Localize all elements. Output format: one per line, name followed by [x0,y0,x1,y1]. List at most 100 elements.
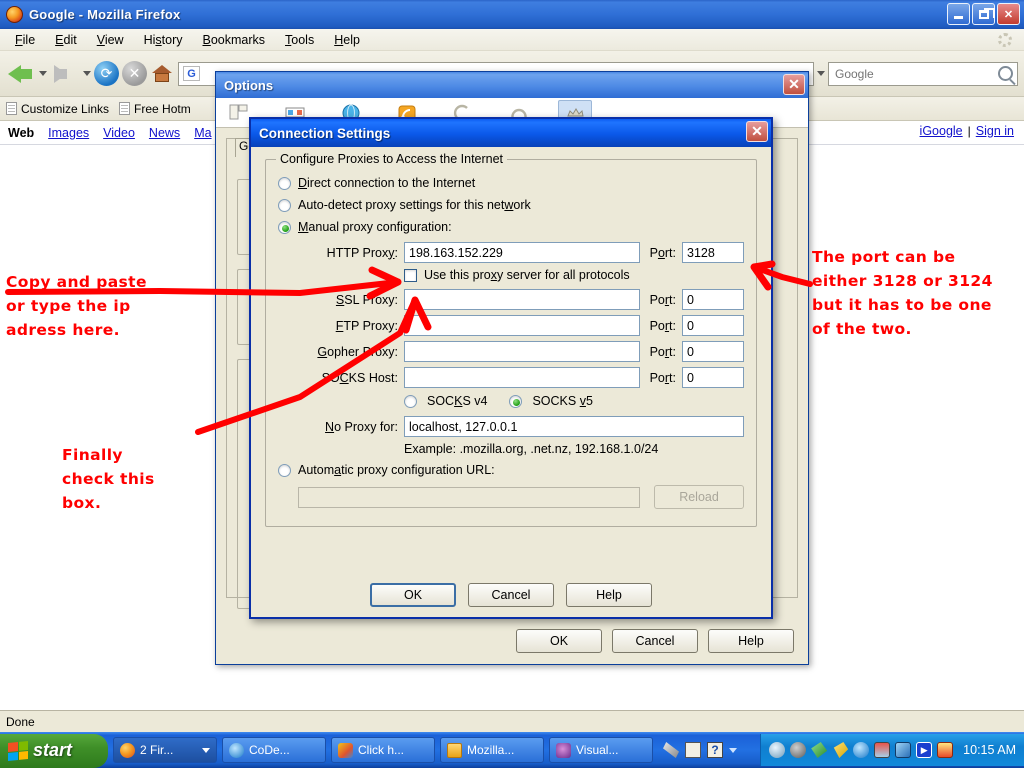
help-icon[interactable]: ? [707,742,723,758]
volume-icon[interactable] [790,742,807,758]
radio-manual-proxy[interactable]: Manual proxy configuration: [278,220,744,234]
google-nav-web[interactable]: Web [8,126,34,140]
pen-icon[interactable] [663,742,679,758]
site-favicon-icon: G [183,66,200,81]
media-play-icon[interactable]: ▶ [916,742,933,758]
http-proxy-input[interactable]: 198.163.152.229 [404,242,640,263]
radio-direct-icon[interactable] [278,176,291,190]
taskbar-item-label: CoDe... [249,743,290,757]
menu-help[interactable]: Help [325,30,369,50]
search-bar[interactable] [828,61,1018,86]
igoogle-link[interactable]: iGoogle [920,124,963,138]
menu-tools[interactable]: Tools [276,30,323,50]
connection-close-button[interactable]: ✕ [746,121,768,142]
taskbar-item-label: 2 Fir... [140,743,174,757]
radio-socks-v5-icon[interactable] [509,394,523,408]
auto-config-url-input[interactable] [298,486,640,508]
camera-icon [556,742,571,758]
radio-auto-config-icon[interactable] [278,463,291,477]
menu-file[interactable]: File [6,30,44,50]
search-icon[interactable] [998,66,1013,81]
gopher-proxy-row: Gopher Proxy: Port: 0 [278,341,744,362]
tray-expand-icon[interactable] [729,747,737,753]
radio-auto-config-url[interactable]: Automatic proxy configuration URL: [278,463,744,477]
http-port-input[interactable]: 3128 [682,242,744,263]
google-nav-maps[interactable]: Ma [194,126,211,140]
key-icon[interactable] [833,742,849,758]
taskbar-item-code[interactable]: CoDe... [222,737,326,763]
radio-auto-detect-icon[interactable] [278,198,291,212]
options-cancel-button[interactable]: Cancel [612,629,698,653]
display-settings-icon[interactable] [895,742,912,758]
socks-port-input[interactable]: 0 [682,367,744,388]
search-input[interactable] [833,65,995,82]
radio-direct-connection[interactable]: Direct connection to the Internet [278,176,744,190]
options-ok-button[interactable]: OK [516,629,602,653]
connection-help-button[interactable]: Help [566,583,652,607]
bookmark-customize-links[interactable]: Customize Links [6,102,109,116]
use-all-protocols-row[interactable]: Use this proxy server for all protocols [404,268,744,282]
back-history-dropdown-icon[interactable] [39,71,47,76]
monitor-icon[interactable] [874,742,891,758]
chevron-down-icon[interactable] [202,747,210,753]
taskbar-item-click-here[interactable]: Click h... [331,737,435,763]
connection-cancel-button[interactable]: Cancel [468,583,554,607]
maximize-button[interactable] [972,3,995,25]
ssl-port-input[interactable]: 0 [682,289,744,310]
proxy-fieldset: Configure Proxies to Access the Internet… [265,152,757,527]
google-nav-video[interactable]: Video [103,126,135,140]
options-close-button[interactable]: ✕ [783,74,805,95]
gopher-proxy-input[interactable] [404,341,640,362]
ftp-proxy-input[interactable] [404,315,640,336]
menu-view[interactable]: View [88,30,133,50]
home-icon[interactable] [150,61,175,86]
network-globe-icon[interactable] [769,742,786,758]
paint-icon [338,742,353,758]
menu-history[interactable]: History [135,30,192,50]
minimize-button[interactable] [947,3,970,25]
back-icon[interactable] [6,59,36,89]
safe-remove-icon[interactable] [811,742,828,758]
taskbar-item-visual[interactable]: Visual... [549,737,653,763]
menu-edit[interactable]: Edit [46,30,86,50]
google-nav-news[interactable]: News [149,126,180,140]
ev-client-icon[interactable] [937,742,954,758]
http-proxy-label: HTTP Proxy: [326,245,398,260]
proxy-fieldset-legend: Configure Proxies to Access the Internet [276,152,508,166]
connection-ok-button[interactable]: OK [370,583,456,607]
taskbar-item-mozilla-folder[interactable]: Mozilla... [440,737,544,763]
ftp-port-input[interactable]: 0 [682,315,744,336]
connection-body: Configure Proxies to Access the Internet… [251,147,771,539]
socks-host-row: SOCKS Host: Port: 0 [278,367,744,388]
gopher-port-input[interactable]: 0 [682,341,744,362]
ie-tray-icon[interactable] [853,742,870,758]
signin-link[interactable]: Sign in [976,124,1014,138]
close-button[interactable]: ✕ [997,3,1020,25]
socks-host-input[interactable] [404,367,640,388]
firefox-logo-icon [6,6,23,23]
stop-icon[interactable]: ✕ [122,61,147,86]
auto-config-url-row: Reload [298,485,744,509]
radio-socks-v4-icon[interactable] [404,394,417,408]
no-proxy-input[interactable]: localhost, 127.0.0.1 [404,416,744,437]
ssl-proxy-input[interactable] [404,289,640,310]
radio-auto-detect[interactable]: Auto-detect proxy settings for this netw… [278,198,744,212]
ftp-proxy-label: FTP Proxy: [335,318,398,333]
quick-launch-icons: ? [663,742,737,758]
radio-manual-proxy-icon[interactable] [278,220,291,234]
google-nav-images[interactable]: Images [48,126,89,140]
forward-icon[interactable] [50,59,80,89]
folder-icon [447,742,462,758]
reload-button[interactable]: Reload [654,485,744,509]
address-bar-dropdown-icon[interactable] [817,71,825,76]
note-icon[interactable] [685,742,701,758]
taskbar-item-firefox[interactable]: 2 Fir... [113,737,217,763]
start-button[interactable]: start [0,733,108,768]
no-proxy-example: Example: .mozilla.org, .net.nz, 192.168.… [404,442,659,456]
use-all-protocols-checkbox[interactable] [404,268,417,282]
menu-bookmarks[interactable]: Bookmarks [194,30,275,50]
options-help-button[interactable]: Help [708,629,794,653]
bookmark-free-hotmail[interactable]: Free Hotm [119,102,191,116]
reload-icon[interactable]: ⟳ [94,61,119,86]
forward-history-dropdown-icon[interactable] [83,71,91,76]
